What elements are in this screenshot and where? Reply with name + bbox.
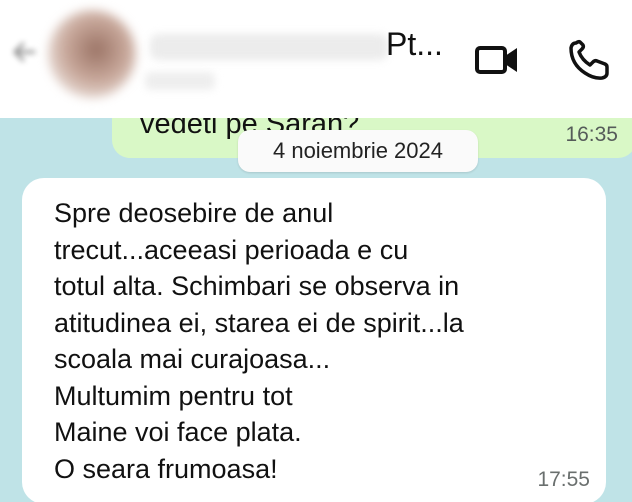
outgoing-message-time: 16:35	[565, 123, 618, 146]
contact-name[interactable]: Pt...	[386, 26, 443, 63]
back-arrow-icon[interactable]	[10, 38, 38, 66]
message-line: Maine voi face plata.	[54, 417, 302, 447]
message-line: scoala mai curajoasa...	[54, 344, 331, 374]
avatar[interactable]	[48, 10, 136, 98]
incoming-message-bubble[interactable]: Spre deosebire de anul trecut...aceeasi …	[22, 178, 606, 502]
message-line: atitudinea ei, starea ei de spirit...la	[54, 307, 464, 338]
incoming-message-time: 17:55	[537, 468, 590, 491]
chat-area[interactable]: vedeti pe Sarah? 16:35 4 noiembrie 2024 …	[0, 118, 632, 502]
contact-name-redacted	[150, 34, 388, 60]
video-camera-icon[interactable]	[470, 38, 522, 82]
contact-status-redacted	[145, 72, 215, 90]
message-line: trecut...aceeasi perioada e cu	[54, 234, 409, 265]
chat-header: Pt...	[0, 0, 632, 118]
message-line: Spre deosebire de anul	[54, 198, 334, 228]
incoming-message-text: Spre deosebire de anul trecut...aceeasi …	[54, 195, 574, 487]
message-line: totul alta. Schimbari se observa in	[54, 271, 460, 301]
message-line: O seara frumoasa!	[54, 453, 278, 484]
message-line: Multumim pentru tot	[54, 380, 293, 411]
date-separator: 4 noiembrie 2024	[238, 130, 478, 172]
phone-icon[interactable]	[566, 38, 612, 82]
